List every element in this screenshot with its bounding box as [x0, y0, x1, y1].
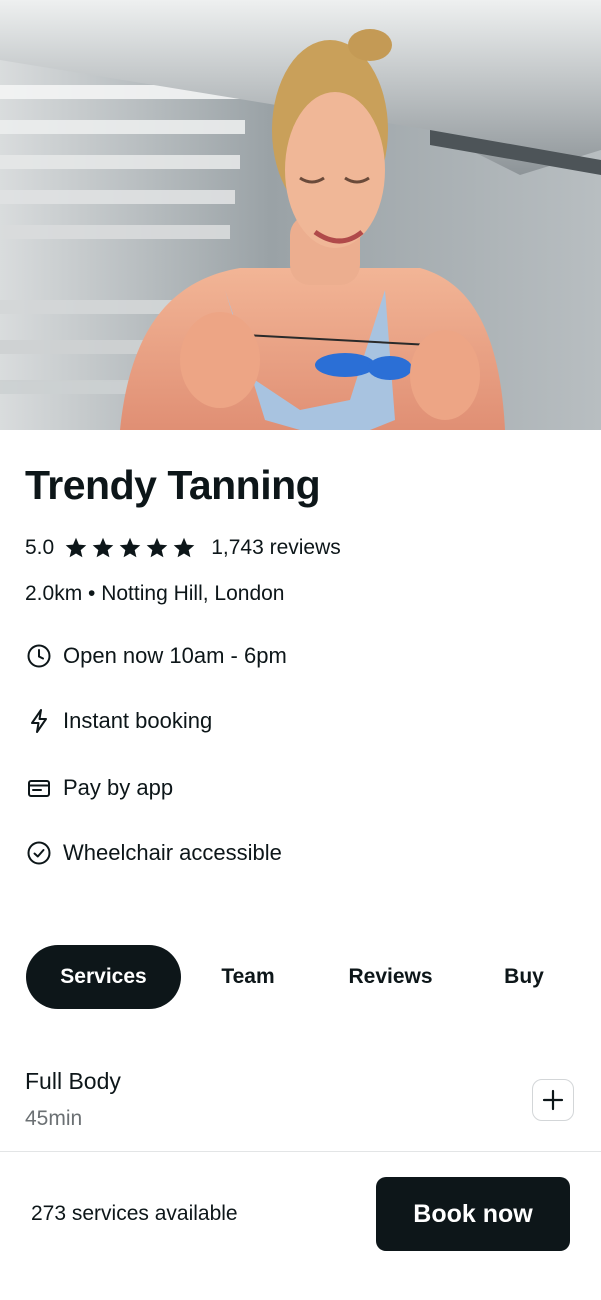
star-icon	[173, 537, 195, 558]
tab-bar: Services Team Reviews Buy	[26, 945, 576, 1009]
star-icon	[119, 537, 141, 558]
clock-icon	[25, 642, 53, 670]
tab-buy[interactable]: Buy	[489, 945, 559, 1009]
services-count: 273 services available	[31, 1202, 238, 1225]
amenity-instant-booking: Instant booking	[25, 706, 212, 736]
hero-photo	[0, 0, 601, 430]
location-text: 2.0km • Notting Hill, London	[25, 582, 285, 605]
tab-services[interactable]: Services	[26, 945, 181, 1009]
amenity-pay-by-app: Pay by app	[25, 773, 173, 803]
amenity-wheelchair: Wheelchair accessible	[25, 838, 282, 868]
book-now-button[interactable]: Book now	[376, 1177, 570, 1251]
star-rating	[64, 536, 199, 560]
card-icon	[25, 774, 53, 802]
star-icon	[65, 537, 87, 558]
add-service-button[interactable]	[532, 1079, 574, 1121]
amenity-pay-label: Pay by app	[63, 775, 174, 800]
check-circle-icon	[25, 839, 53, 867]
service-duration: 45min	[25, 1107, 83, 1130]
amenity-hours-label: Open now 10am - 6pm	[63, 643, 287, 668]
star-icon	[146, 537, 168, 558]
bottom-bar-divider	[0, 1151, 601, 1152]
tab-reviews[interactable]: Reviews	[333, 945, 448, 1009]
rating-value: 5.0	[25, 536, 55, 559]
page-title: Trendy Tanning	[25, 462, 321, 508]
tab-team[interactable]: Team	[198, 945, 298, 1009]
amenity-instant-label: Instant booking	[63, 708, 213, 733]
star-icon	[92, 537, 114, 558]
service-name: Full Body	[25, 1068, 121, 1094]
reviews-link[interactable]: 1,743 reviews	[211, 536, 341, 560]
lightning-icon	[25, 707, 53, 735]
rating-row: 5.0 1,743 reviews	[25, 534, 341, 562]
salon-photo	[0, 0, 601, 430]
amenity-access-label: Wheelchair accessible	[63, 840, 282, 865]
amenity-hours: Open now 10am - 6pm	[25, 641, 287, 671]
plus-icon	[542, 1089, 564, 1111]
